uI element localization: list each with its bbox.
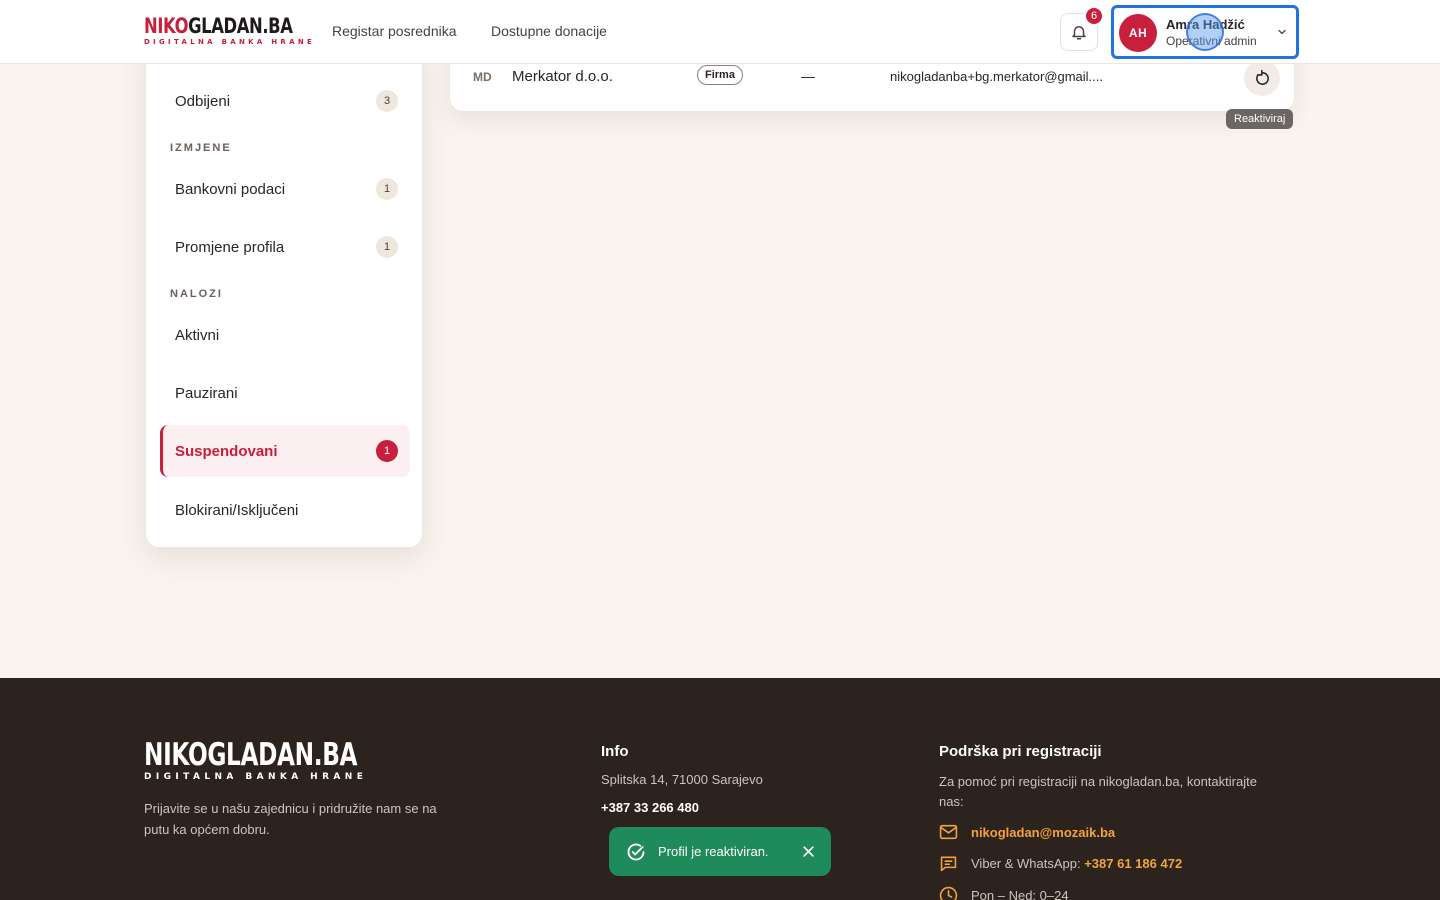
sidebar-item-suspendovani[interactable]: Suspendovani 1 [160,425,410,477]
nav-link-donacije[interactable]: Dostupne donacije [491,23,607,39]
footer-support-text: Za pomoć pri registraciji na nikogladan.… [939,774,1257,809]
sidebar-item-label: Bankovni podaci [175,180,286,198]
sidebar-item-bankovni-podaci[interactable]: Bankovni podaci 1 [160,163,410,215]
type-badge: Firma [697,65,743,85]
row-email: nikogladanba+bg.merkator@gmail.... [890,69,1104,84]
top-header: NIKOGLADAN.BA DIGITALNA BANKA HRANE Regi… [0,0,1440,64]
footer-viber-number[interactable]: +387 61 186 472 [1084,856,1182,871]
sidebar-item-promjene-profila[interactable]: Promjene profila 1 [160,221,410,273]
section-title-izmjene: IZMJENE [170,142,232,154]
chat-icon [940,856,957,872]
footer-email-link[interactable]: nikogladan@mozaik.ba [971,825,1115,840]
sidebar-item-pauzirani[interactable]: Pauzirani [160,367,410,419]
sidebar-item-label: Aktivni [175,326,220,344]
bell-icon [1072,26,1086,40]
footer-logo[interactable]: NIKOGLADAN.BA DIGITALNA BANKA HRANE [144,740,428,782]
notifications-badge: 6 [1084,6,1104,26]
footer-logo-text: NIKOGLADAN.BA [144,737,358,773]
logo-part-dark: GLADAN.BA [188,14,293,38]
footer-address: Splitska 14, 71000 Sarajevo [601,772,763,787]
sidebar-item-blokirani[interactable]: Blokirani/Isključeni [160,484,410,536]
footer-email-row: nikogladan@mozaik.ba [939,824,1115,840]
mail-icon [939,824,958,840]
chevron-down-icon [1278,29,1286,35]
reactivate-button[interactable] [1244,60,1280,96]
status-sidebar: Odbijeni 3 IZMJENE Bankovni podaci 1 Pro… [145,40,423,548]
logo-part-red: NIKO [144,14,189,38]
footer-hours: Pon – Ned: 0–24 [971,888,1069,900]
refresh-icon [1255,69,1269,85]
reactivate-tooltip: Reaktiviraj [1226,109,1294,129]
count-badge: 1 [376,178,398,200]
sidebar-item-odbijeni[interactable]: Odbijeni 3 [160,75,410,127]
footer-support-title: Podrška pri registraciji [939,743,1102,760]
row-name: Merkator d.o.o. [512,68,613,85]
sidebar-item-aktivni[interactable]: Aktivni [160,309,410,361]
brand-logo[interactable]: NIKOGLADAN.BA DIGITALNA BANKA HRANE [144,16,334,46]
nav-link-registar[interactable]: Registar posrednika [332,23,457,39]
sidebar-item-label: Suspendovani [175,442,278,460]
logo-tagline: DIGITALNA BANKA HRANE [144,38,316,46]
count-badge: 3 [376,90,398,112]
row-initials: MD [473,70,492,84]
footer-info-title: Info [601,743,629,760]
footer-viber-label: Viber & WhatsApp: [971,856,1081,871]
footer-viber-row: Viber & WhatsApp: +387 61 186 472 [939,855,1182,872]
count-badge: 1 [376,440,398,462]
sidebar-item-label: Pauzirani [175,384,238,402]
close-icon[interactable] [801,844,816,859]
footer-logo-tagline: DIGITALNA BANKA HRANE [144,772,368,782]
cursor-indicator [1186,13,1224,51]
section-title-nalozi: NALOZI [170,288,223,300]
footer-tagline: Prijavite se u našu zajednicu i pridruži… [144,801,437,837]
toast-message: Profil je reaktiviran. [658,844,769,859]
check-circle-icon [627,843,645,860]
avatar: AH [1119,14,1157,52]
clock-icon [939,886,958,900]
notifications-button[interactable]: 6 [1060,6,1104,51]
footer-hours-row: Pon – Ned: 0–24 [939,886,1069,900]
success-toast: Profil je reaktiviran. [609,827,831,876]
sidebar-item-label: Blokirani/Isključeni [175,501,299,519]
sidebar-item-label: Promjene profila [175,238,285,256]
footer-phone[interactable]: +387 33 266 480 [601,800,699,815]
sidebar-item-label: Odbijeni [175,92,231,110]
count-badge: 1 [376,236,398,258]
row-phone: — [801,68,815,84]
